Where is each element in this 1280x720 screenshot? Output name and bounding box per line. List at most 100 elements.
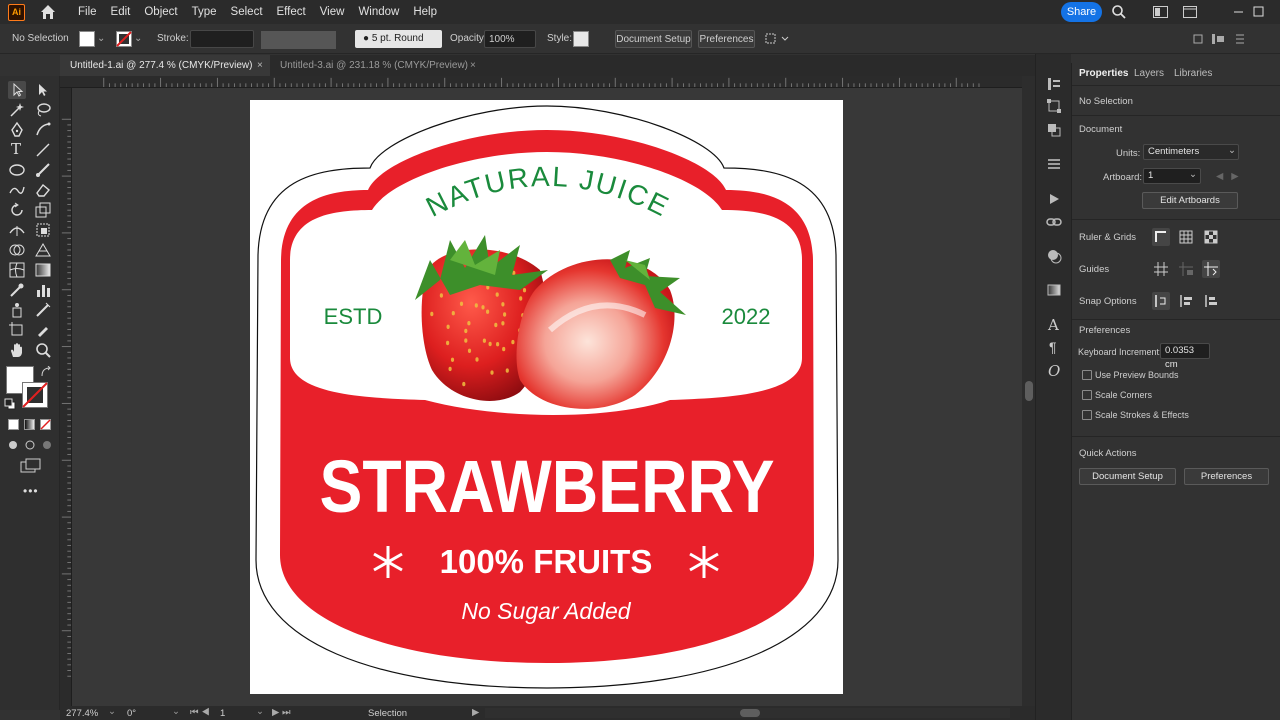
artboard-chevron-icon[interactable]: ⌄	[256, 706, 264, 717]
menu-type[interactable]: Type	[185, 0, 224, 24]
symbol-sprayer-tool-icon[interactable]	[8, 301, 26, 319]
lasso-tool-icon[interactable]	[34, 101, 52, 119]
free-transform-tool-icon[interactable]	[34, 221, 52, 239]
paintbrush-tool-icon[interactable]	[34, 161, 52, 179]
scroll-thumb[interactable]	[1025, 381, 1033, 401]
horizontal-scrollbar[interactable]	[485, 708, 1010, 718]
rotation-value[interactable]: 0°	[127, 708, 136, 719]
snap-to-point-icon[interactable]	[1152, 292, 1170, 310]
magic-wand-tool-icon[interactable]	[8, 101, 26, 119]
artboard-nav-icons[interactable]: ⏮ ◀	[190, 707, 210, 718]
transform-panel-icon[interactable]	[1046, 98, 1062, 114]
rotate-tool-icon[interactable]	[8, 201, 26, 219]
smart-guides-icon[interactable]	[1202, 260, 1220, 278]
vertical-scrollbar[interactable]	[1022, 76, 1035, 706]
show-guides-icon[interactable]	[1152, 260, 1170, 278]
menu-edit[interactable]: Edit	[104, 0, 138, 24]
arrange-documents-icon[interactable]	[1183, 6, 1197, 18]
properties-panel-icon[interactable]	[1046, 76, 1062, 92]
libraries-panel-icon[interactable]	[1046, 122, 1062, 138]
keyboard-increment-input[interactable]: 0.0353 cm	[1160, 343, 1210, 370]
opentype-panel-icon[interactable]: O	[1048, 362, 1060, 380]
close-icon[interactable]: ×	[470, 55, 476, 76]
appearance-panel-icon[interactable]	[1046, 248, 1062, 264]
variable-width-profile[interactable]	[261, 31, 336, 49]
screen-mode-icon[interactable]	[20, 458, 42, 474]
transparency-grid-icon[interactable]	[1202, 228, 1220, 246]
links-panel-icon[interactable]	[1046, 214, 1062, 230]
fill-swatch[interactable]	[79, 31, 95, 47]
none-mode-button[interactable]	[40, 419, 51, 430]
scale-tool-icon[interactable]	[34, 201, 52, 219]
tab-layers[interactable]: Layers	[1134, 63, 1164, 85]
status-menu-arrow-icon[interactable]: ▶	[472, 707, 479, 718]
eyedropper-alt-tool-icon[interactable]	[34, 321, 52, 339]
direct-selection-tool-icon[interactable]	[34, 81, 52, 99]
mesh-tool-icon[interactable]	[8, 261, 26, 279]
window-controls[interactable]	[1210, 4, 1272, 20]
width-tool-icon[interactable]	[8, 221, 26, 239]
actions-panel-icon[interactable]	[1046, 191, 1062, 207]
character-panel-icon[interactable]: A	[1048, 316, 1059, 334]
artboard-number-field[interactable]: 1 ⌄	[1143, 168, 1201, 184]
layers-panel-icon[interactable]	[1046, 156, 1062, 172]
zoom-chevron-icon[interactable]: ⌄	[108, 706, 116, 717]
selection-tool-icon[interactable]	[8, 81, 26, 99]
close-icon[interactable]: ×	[257, 55, 263, 76]
artboard[interactable]: NATURAL JUICE ESTD 2022 STRAWBERRY 100% …	[250, 100, 843, 694]
opacity-input[interactable]: 100%	[484, 30, 536, 48]
rotation-chevron-icon[interactable]: ⌄	[172, 706, 180, 717]
paragraph-panel-icon[interactable]: ¶	[1049, 339, 1057, 355]
brush-definition-dropdown[interactable]: ● 5 pt. Round	[355, 30, 442, 48]
pen-tool-icon[interactable]	[8, 121, 26, 139]
slice-tool-icon[interactable]	[34, 301, 52, 319]
scale-corners-checkbox[interactable]	[1082, 390, 1092, 400]
more-tools-icon[interactable]: •••	[23, 484, 39, 498]
ruler-icon[interactable]	[1152, 228, 1170, 246]
menu-window[interactable]: Window	[351, 0, 406, 24]
artboard-number[interactable]: 1	[220, 708, 225, 719]
drawing-mode-icons[interactable]	[7, 438, 53, 452]
tab-untitled-3[interactable]: Untitled-3.ai @ 231.18 % (CMYK/Preview) …	[270, 55, 480, 76]
stroke-dropdown-chevron-icon[interactable]: ⌄	[134, 30, 142, 48]
gradient-tool-icon[interactable]	[34, 261, 52, 279]
eyedropper-tool-icon[interactable]	[8, 281, 26, 299]
stroke-weight-input[interactable]	[190, 30, 254, 48]
stroke-swatch[interactable]	[116, 31, 132, 47]
menu-view[interactable]: View	[313, 0, 352, 24]
type-tool-icon[interactable]: T	[11, 140, 29, 158]
quick-document-setup-button[interactable]: Document Setup	[1079, 468, 1176, 485]
artboard-prev-next-icons[interactable]: ◀ ▶	[1216, 171, 1239, 182]
document-setup-button[interactable]: Document Setup	[615, 30, 692, 48]
curvature-tool-icon[interactable]	[34, 121, 52, 139]
eraser-tool-icon[interactable]	[34, 181, 52, 199]
default-fill-stroke-icon[interactable]	[4, 398, 16, 410]
search-icon[interactable]	[1111, 4, 1127, 20]
ellipse-tool-icon[interactable]	[8, 161, 26, 179]
gradient-mode-button[interactable]	[24, 419, 35, 430]
units-dropdown[interactable]: Centimeters ⌄	[1143, 144, 1239, 160]
swap-fill-stroke-icon[interactable]	[40, 366, 52, 378]
graphic-style-swatch[interactable]	[573, 31, 589, 47]
quick-preferences-button[interactable]: Preferences	[1184, 468, 1269, 485]
menu-select[interactable]: Select	[224, 0, 270, 24]
menu-file[interactable]: File	[71, 0, 104, 24]
color-mode-button[interactable]	[8, 419, 19, 430]
artboard-next-icons[interactable]: ▶ ⏭	[272, 707, 291, 718]
line-segment-tool-icon[interactable]	[34, 141, 52, 159]
menu-effect[interactable]: Effect	[270, 0, 313, 24]
artboard-tool-icon[interactable]	[8, 321, 26, 339]
workspace-switcher-icon[interactable]	[1153, 6, 1168, 18]
perspective-grid-tool-icon[interactable]	[34, 241, 52, 259]
graph-tool-icon[interactable]	[34, 281, 52, 299]
tab-untitled-1[interactable]: Untitled-1.ai @ 277.4 % (CMYK/Preview) ×	[60, 55, 270, 76]
edit-artboards-button[interactable]: Edit Artboards	[1142, 192, 1238, 209]
grid-icon[interactable]	[1177, 228, 1195, 246]
zoom-tool-icon[interactable]	[34, 341, 52, 359]
snap-to-glyph-icon[interactable]	[1202, 292, 1220, 310]
home-icon[interactable]	[39, 3, 57, 21]
shaper-tool-icon[interactable]	[8, 181, 26, 199]
snap-to-pixel-icon[interactable]	[1177, 292, 1195, 310]
hand-tool-icon[interactable]	[8, 341, 26, 359]
fill-dropdown-chevron-icon[interactable]: ⌄	[97, 30, 105, 48]
